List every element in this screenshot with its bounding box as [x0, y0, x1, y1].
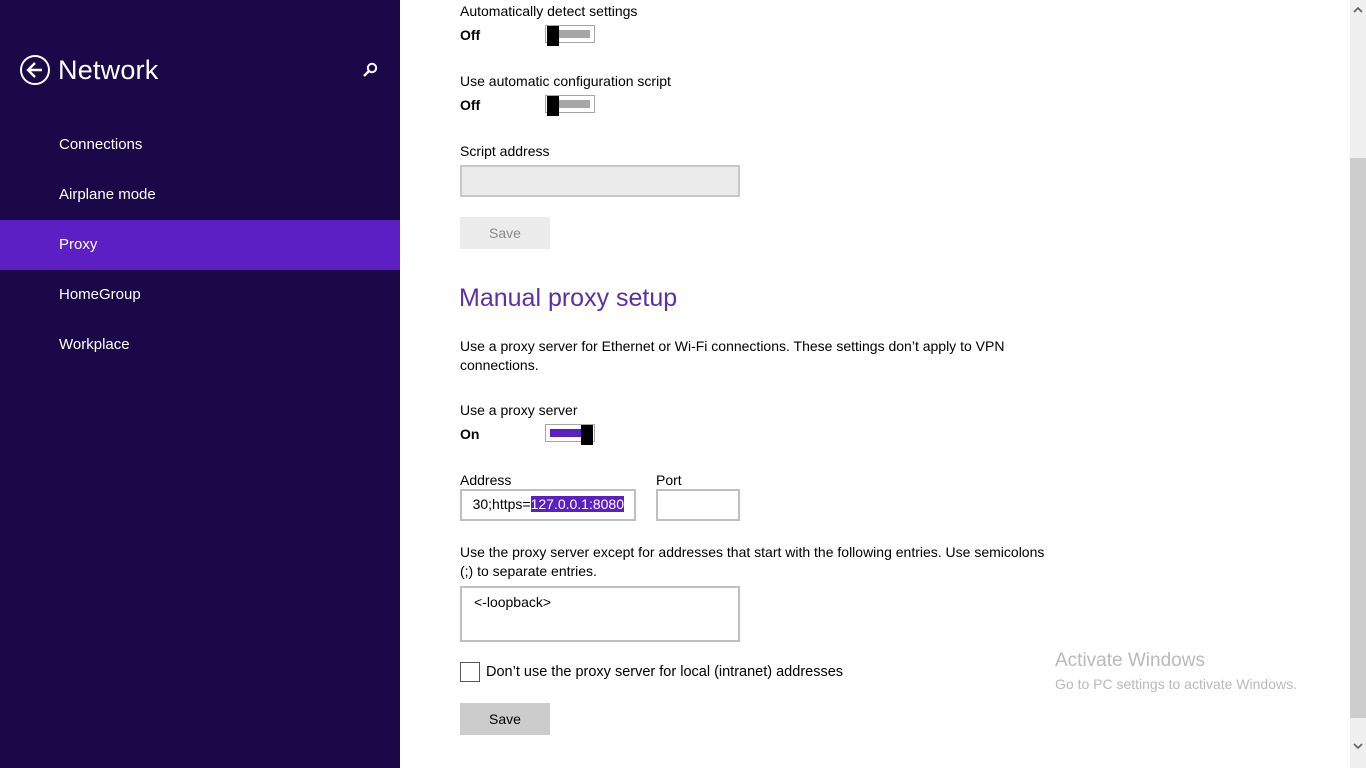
toggle-thumb	[547, 26, 559, 46]
auto-detect-label: Automatically detect settings	[460, 3, 638, 19]
use-proxy-toggle[interactable]	[545, 424, 595, 445]
sidebar-header: Network	[20, 54, 158, 86]
auto-save-button[interactable]: Save	[460, 217, 550, 249]
auto-script-state: Off	[460, 97, 481, 113]
activate-windows-title: Activate Windows	[1055, 650, 1205, 671]
port-input[interactable]	[656, 489, 740, 521]
main-content: Automatically detect settings Off Use au…	[400, 0, 1350, 768]
sidebar-item-connections[interactable]: Connections	[0, 120, 400, 170]
auto-script-label: Use automatic configuration script	[460, 73, 671, 89]
sidebar: Network Connections Airplane mode Proxy …	[0, 0, 400, 768]
script-address-label: Script address	[460, 143, 550, 159]
use-proxy-label: Use a proxy server	[460, 402, 578, 418]
toggle-thumb	[547, 96, 559, 116]
page-title: Network	[58, 54, 159, 85]
address-input[interactable]: 30;https=127.0.0.1:8080	[460, 489, 636, 521]
scroll-thumb[interactable]	[1350, 158, 1366, 718]
port-label: Port	[656, 472, 682, 488]
sidebar-item-airplane-mode[interactable]: Airplane mode	[0, 170, 400, 220]
toggle-thumb	[581, 425, 593, 445]
sidebar-item-proxy[interactable]: Proxy	[0, 220, 400, 270]
address-prefix: 30;https=	[472, 496, 531, 512]
address-text: 30;https=127.0.0.1:8080	[473, 491, 624, 517]
manual-save-button[interactable]: Save	[460, 703, 550, 735]
auto-detect-toggle[interactable]	[545, 25, 595, 46]
local-addresses-label: Don’t use the proxy server for local (in…	[486, 664, 844, 680]
scroll-down-arrow-icon[interactable]	[1350, 738, 1366, 754]
exceptions-description: Use the proxy server except for addresse…	[460, 544, 1045, 579]
scrollbar[interactable]	[1350, 0, 1366, 768]
back-arrow-icon[interactable]	[20, 55, 50, 85]
auto-script-toggle[interactable]	[545, 95, 595, 116]
manual-proxy-title: Manual proxy setup	[459, 284, 678, 312]
sidebar-item-homegroup[interactable]: HomeGroup	[0, 270, 400, 320]
address-label: Address	[460, 472, 512, 488]
use-proxy-state: On	[460, 426, 480, 442]
sidebar-nav: Connections Airplane mode Proxy HomeGrou…	[0, 120, 400, 370]
search-icon[interactable]	[362, 62, 378, 78]
scroll-up-arrow-icon[interactable]	[1350, 2, 1366, 18]
local-addresses-checkbox[interactable]	[460, 662, 480, 682]
address-selected-text: 127.0.0.1:8080	[530, 496, 624, 512]
exceptions-input[interactable]: <-loopback>	[460, 586, 740, 642]
sidebar-item-workplace[interactable]: Workplace	[0, 320, 400, 370]
manual-proxy-description: Use a proxy server for Ethernet or Wi-Fi…	[460, 338, 1005, 373]
auto-detect-state: Off	[460, 27, 481, 43]
activate-windows-subtitle: Go to PC settings to activate Windows.	[1055, 676, 1297, 692]
script-address-input[interactable]	[460, 165, 740, 197]
